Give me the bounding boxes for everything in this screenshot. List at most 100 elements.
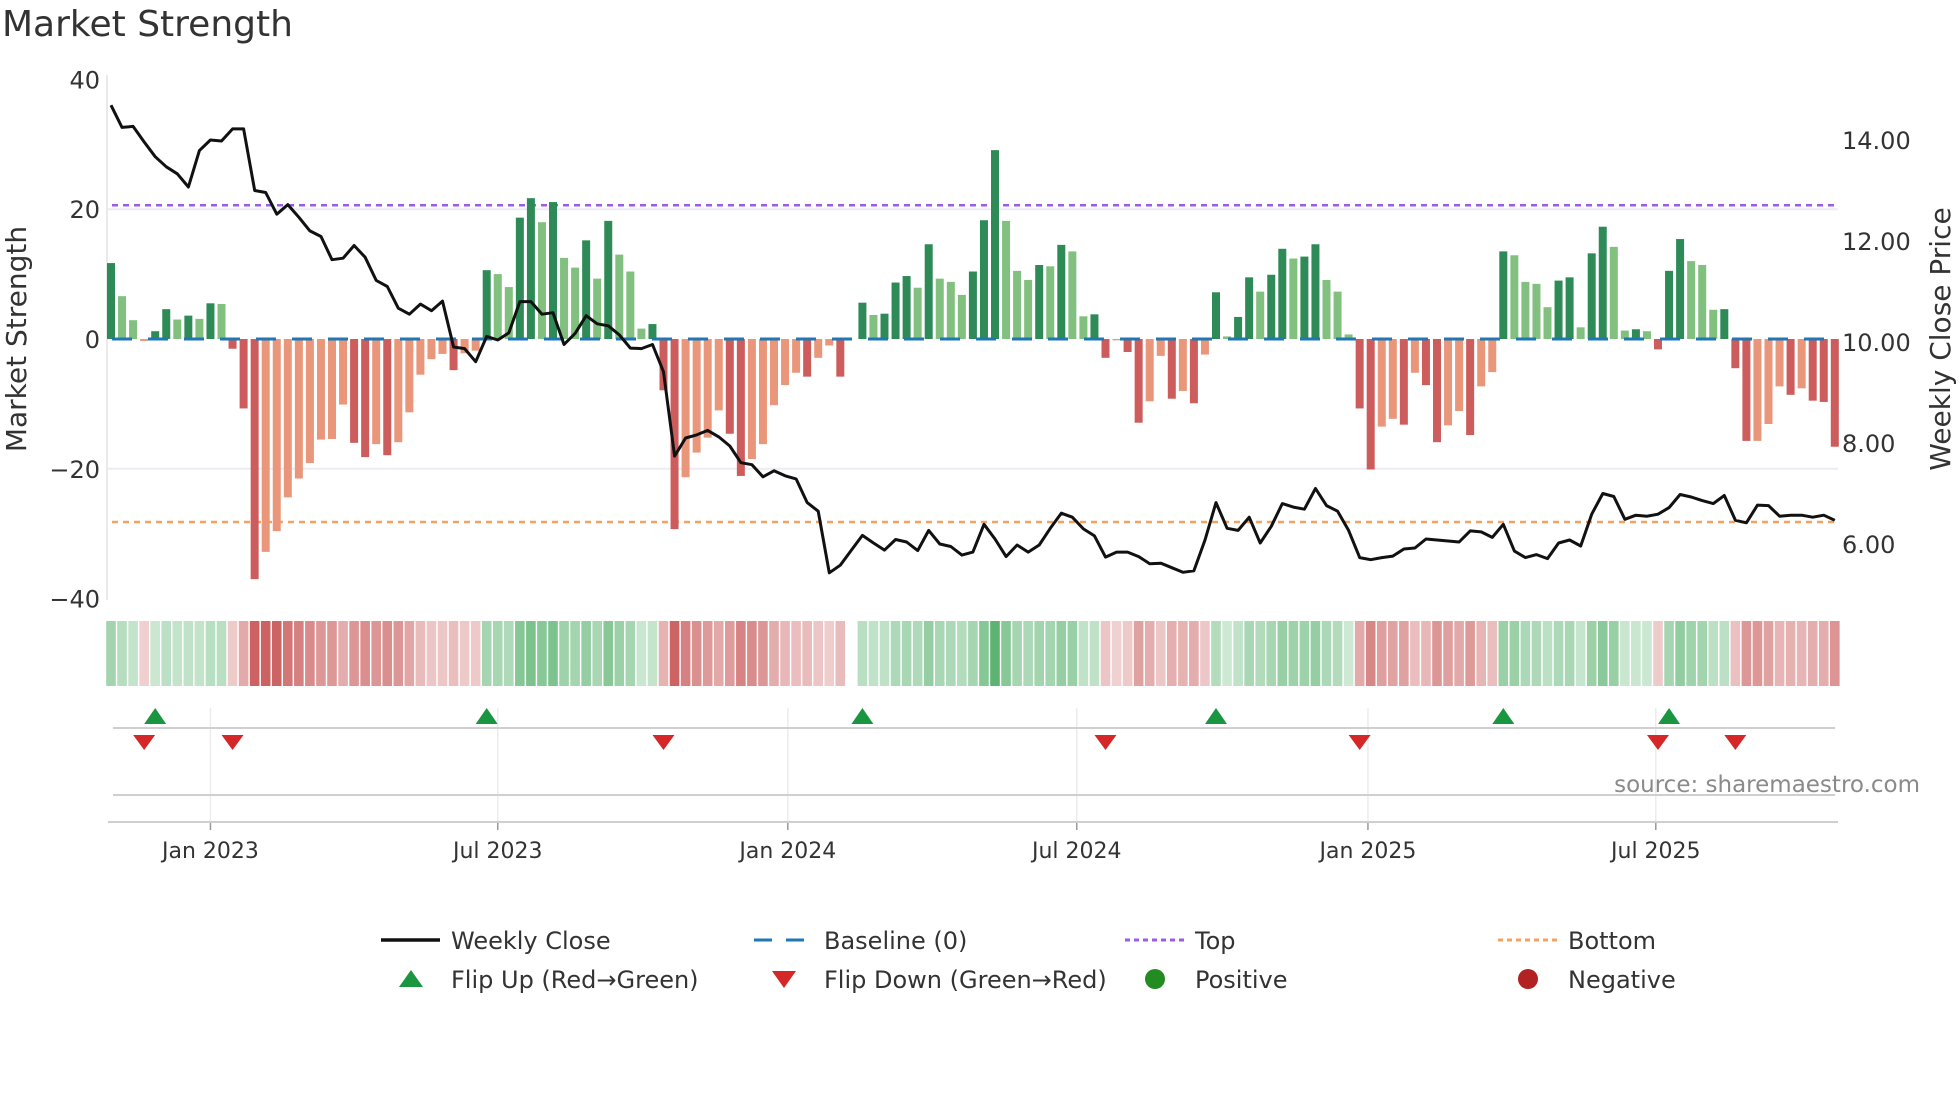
heatmap-cell (106, 621, 116, 686)
y-tick-label: −40 (49, 586, 100, 614)
legend-label: Weekly Close (451, 927, 611, 955)
strength-bar (526, 198, 535, 339)
heatmap-cell (172, 621, 183, 686)
strength-bar (770, 339, 778, 406)
strength-bar (1421, 339, 1430, 386)
strength-bar (1090, 314, 1099, 339)
heatmap-cell (271, 621, 282, 686)
strength-bar (1576, 327, 1585, 339)
strength-bar (1521, 281, 1530, 339)
strength-bar (1753, 339, 1762, 441)
strength-bar (1654, 339, 1662, 350)
heatmap-cell (470, 621, 481, 686)
strength-bar (250, 339, 259, 580)
heatmap-cell (1509, 621, 1520, 686)
flip-up-marker (475, 708, 498, 724)
strength-bar (1123, 339, 1132, 352)
strength-bar (604, 220, 613, 339)
strength-bar (217, 303, 226, 339)
strength-bar (272, 339, 281, 532)
heatmap-cell (1642, 621, 1652, 686)
flip-up-marker (1658, 708, 1681, 724)
heatmap-cell (857, 621, 868, 686)
heatmap-cell (382, 621, 393, 686)
strength-bar (162, 309, 171, 339)
triangle-down-icon (772, 971, 796, 988)
y-tick-label: 20 (69, 196, 100, 224)
heatmap-cell (150, 621, 160, 686)
heatmap-cell (238, 621, 249, 686)
heatmap-cell (1730, 621, 1741, 686)
triangle-up-icon (399, 970, 423, 987)
legend-item-bottom: Bottom (1498, 927, 1656, 955)
strength-bar (405, 339, 414, 413)
strength-bar (1267, 274, 1276, 339)
heatmap-cell (426, 621, 437, 686)
strength-bar (383, 339, 392, 456)
y2-tick-label: 6.00 (1842, 531, 1895, 559)
heatmap-cell (504, 621, 514, 686)
strength-bar (1830, 339, 1839, 447)
x-tick-label: Jan 2023 (160, 839, 259, 864)
heatmap-cell (934, 621, 945, 686)
heatmap-cell (526, 621, 536, 686)
strength-bar (648, 324, 657, 339)
heatmap-cell (890, 621, 901, 686)
strength-bar (1289, 258, 1298, 339)
heatmap-cell (813, 621, 823, 686)
strength-bar (582, 240, 591, 339)
strength-bar (957, 294, 966, 339)
strength-bar (1410, 339, 1419, 373)
y-tick-label: 40 (69, 66, 100, 94)
strength-bar (1764, 339, 1773, 425)
strength-bar (328, 339, 336, 439)
flip-down-marker (1094, 735, 1117, 750)
strength-bar (239, 339, 248, 409)
legend-label: Baseline (0) (824, 927, 967, 955)
strength-bar (416, 339, 425, 375)
strength-bar (858, 302, 867, 339)
heatmap-cell (548, 621, 558, 686)
strength-bar (316, 339, 325, 440)
strength-bar (946, 281, 955, 339)
strength-bar (1134, 339, 1143, 423)
heatmap-cell (1531, 621, 1542, 686)
heatmap-cell (691, 621, 702, 686)
strength-bar (880, 313, 889, 339)
heatmap-cell (879, 621, 890, 686)
heatmap-cell (1288, 621, 1299, 686)
legend-item-baseline-0: Baseline (0) (754, 927, 967, 955)
heatmap-cell (1741, 621, 1752, 686)
heatmap-cell (1189, 621, 1199, 686)
strength-bar (902, 276, 911, 339)
circle-icon (1518, 969, 1538, 989)
heatmap-cell (360, 621, 370, 686)
strength-bar (1687, 261, 1696, 339)
heatmap-cell (448, 621, 459, 686)
strength-bar (968, 271, 977, 339)
strength-bar (515, 217, 524, 339)
heatmap-cell (1785, 621, 1796, 686)
flip-up-marker (144, 708, 167, 724)
heatmap-cell (592, 621, 602, 686)
strength-bar (1797, 339, 1806, 389)
strength-bar (1698, 265, 1707, 339)
heatmap-cell (205, 621, 216, 686)
strength-bar (1731, 339, 1740, 369)
strength-bar (814, 339, 823, 358)
strength-bar (261, 339, 270, 552)
y2-tick-label: 12.00 (1842, 228, 1911, 256)
strength-bar (1300, 256, 1309, 339)
heatmap-cell (316, 621, 326, 686)
heatmap-cell (349, 621, 359, 686)
strength-bar (1002, 220, 1011, 339)
heatmap-cell (1178, 621, 1188, 686)
heatmap-cell (1045, 621, 1056, 686)
strength-bar (714, 339, 723, 411)
strength-bar (1444, 339, 1453, 426)
strength-bar (339, 339, 348, 405)
strength-bar (1112, 339, 1121, 341)
heatmap-cell (957, 621, 967, 686)
strength-bar (1366, 339, 1375, 470)
heatmap-cell (1388, 621, 1398, 686)
